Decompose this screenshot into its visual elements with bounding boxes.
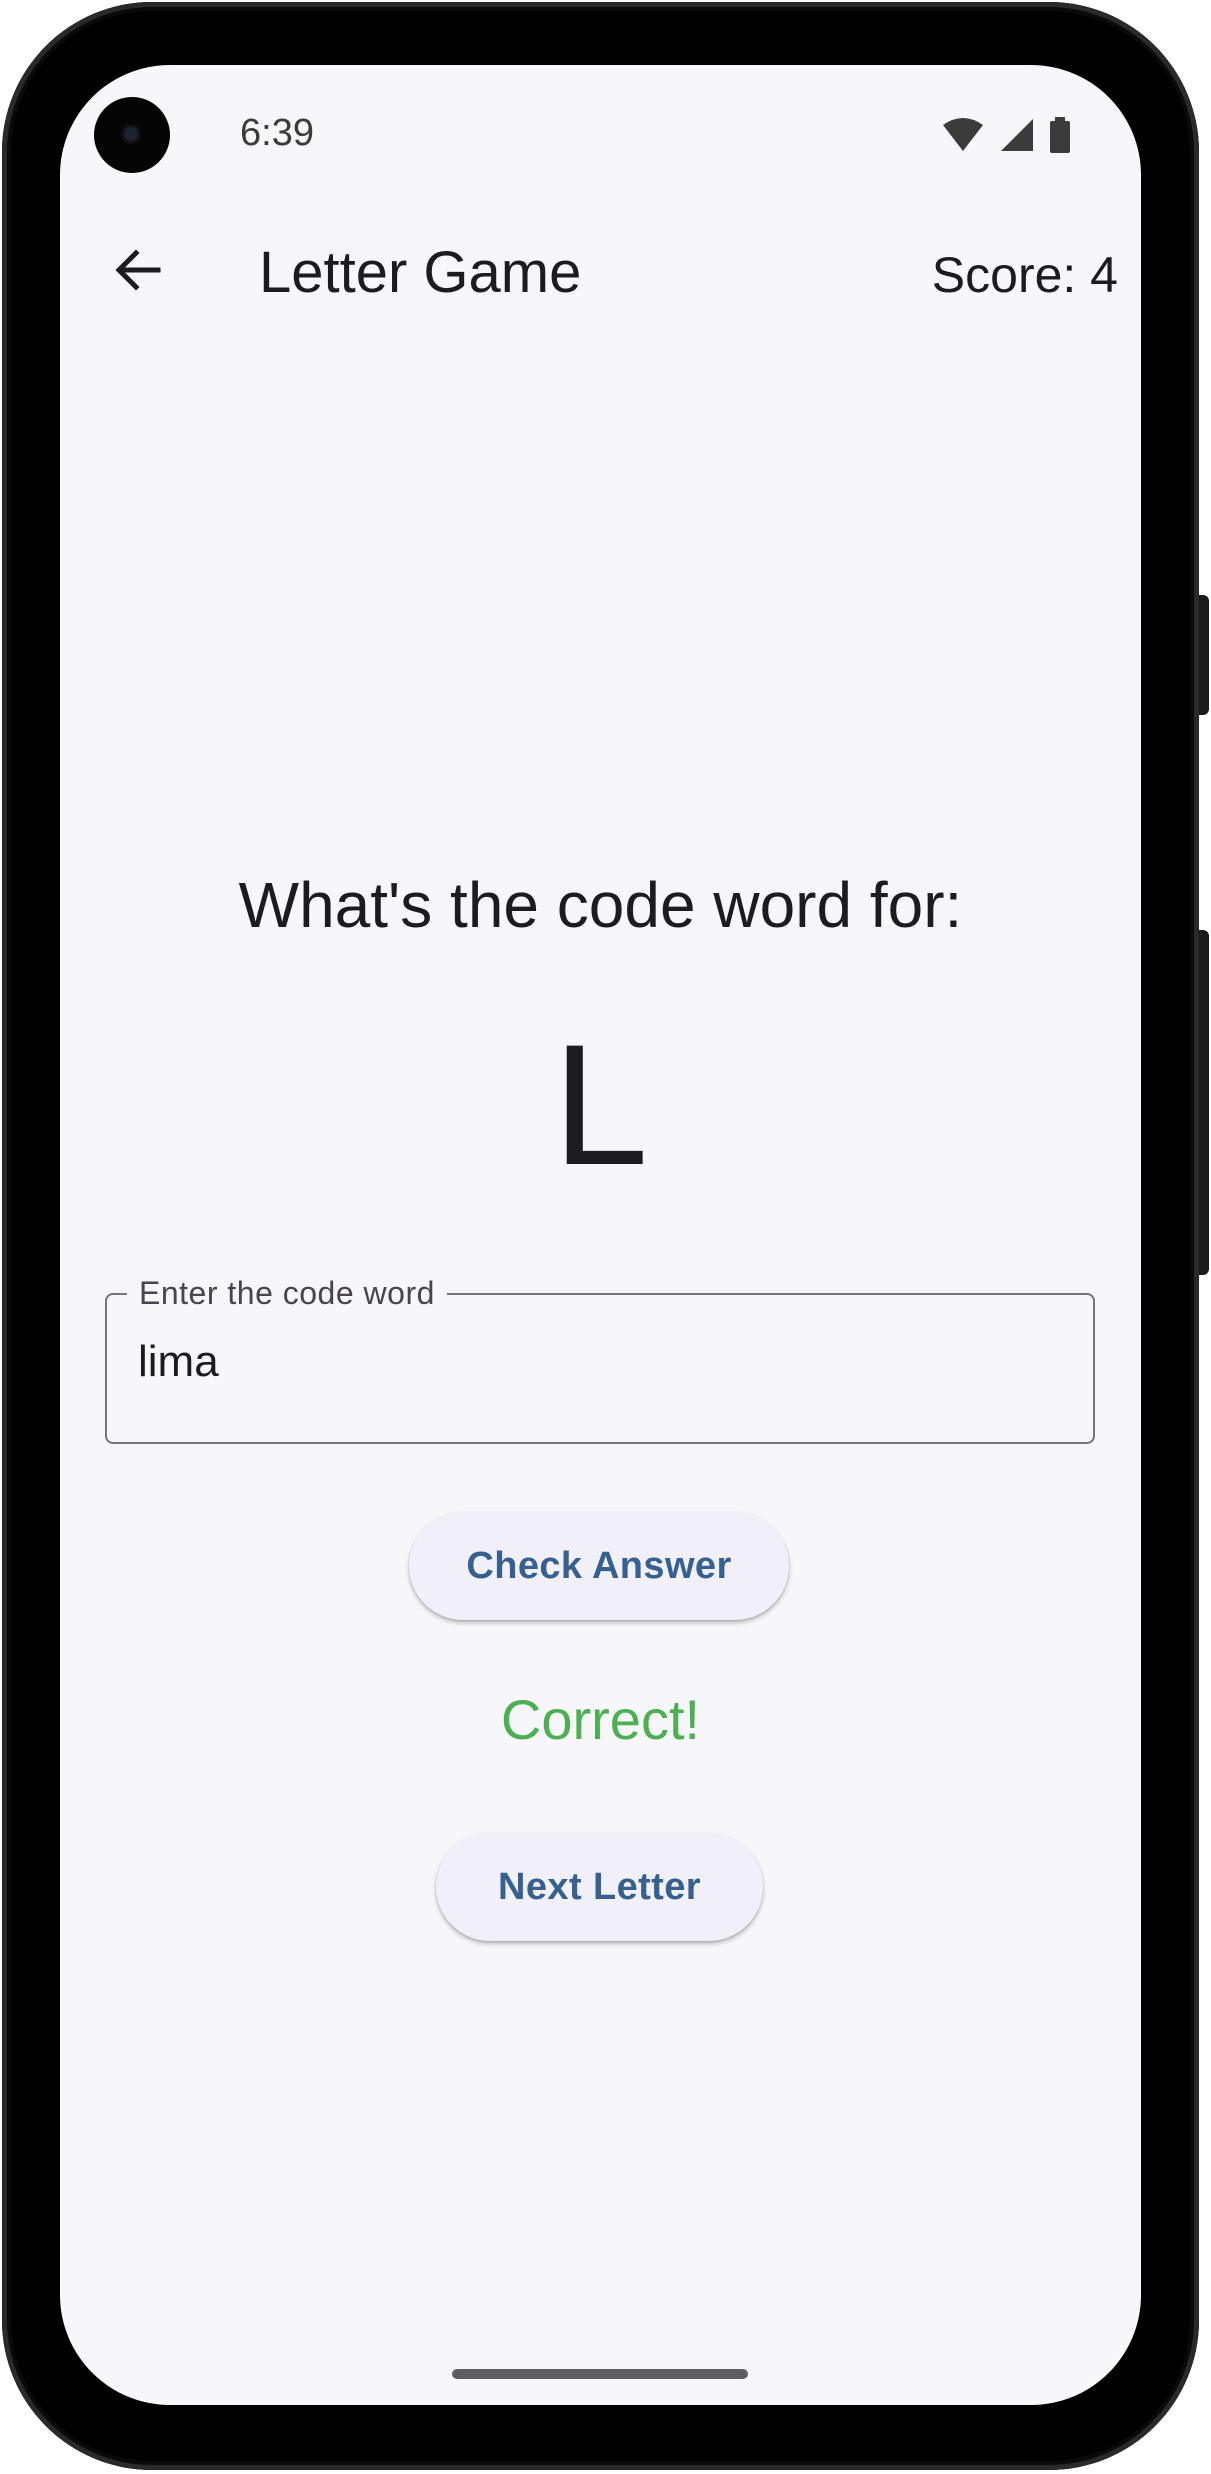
next-letter-button[interactable]: Next Letter <box>436 1833 763 1941</box>
battery-icon <box>1050 117 1070 153</box>
question-prompt: What's the code word for: <box>238 869 963 941</box>
cellular-signal-icon <box>1001 119 1033 151</box>
score-label: Score: 4 <box>931 247 1118 303</box>
page-title: Letter Game <box>259 240 582 305</box>
status-time: 6:39 <box>240 112 314 154</box>
status-icons <box>941 115 1071 155</box>
wifi-icon <box>943 118 983 151</box>
check-answer-button[interactable]: Check Answer <box>409 1512 789 1620</box>
feedback-message: Correct! <box>500 1688 701 1751</box>
arrow-back-icon <box>115 249 161 291</box>
code-word-field[interactable]: Enter the code word <box>105 1273 1095 1444</box>
power-button <box>1199 595 1209 715</box>
app-screen: 6:39 Letter Game Score: 4 What's the cod… <box>60 65 1141 2405</box>
home-indicator[interactable] <box>452 2369 748 2379</box>
front-camera <box>94 97 170 173</box>
volume-button <box>1199 930 1209 1275</box>
camera-lens <box>124 127 138 141</box>
code-word-field-label: Enter the code word <box>127 1273 447 1313</box>
back-button[interactable] <box>102 235 172 305</box>
code-word-input[interactable] <box>138 1337 1058 1387</box>
phone-device: 6:39 Letter Game Score: 4 What's the cod… <box>0 0 1211 2474</box>
target-letter: L <box>552 1009 649 1201</box>
